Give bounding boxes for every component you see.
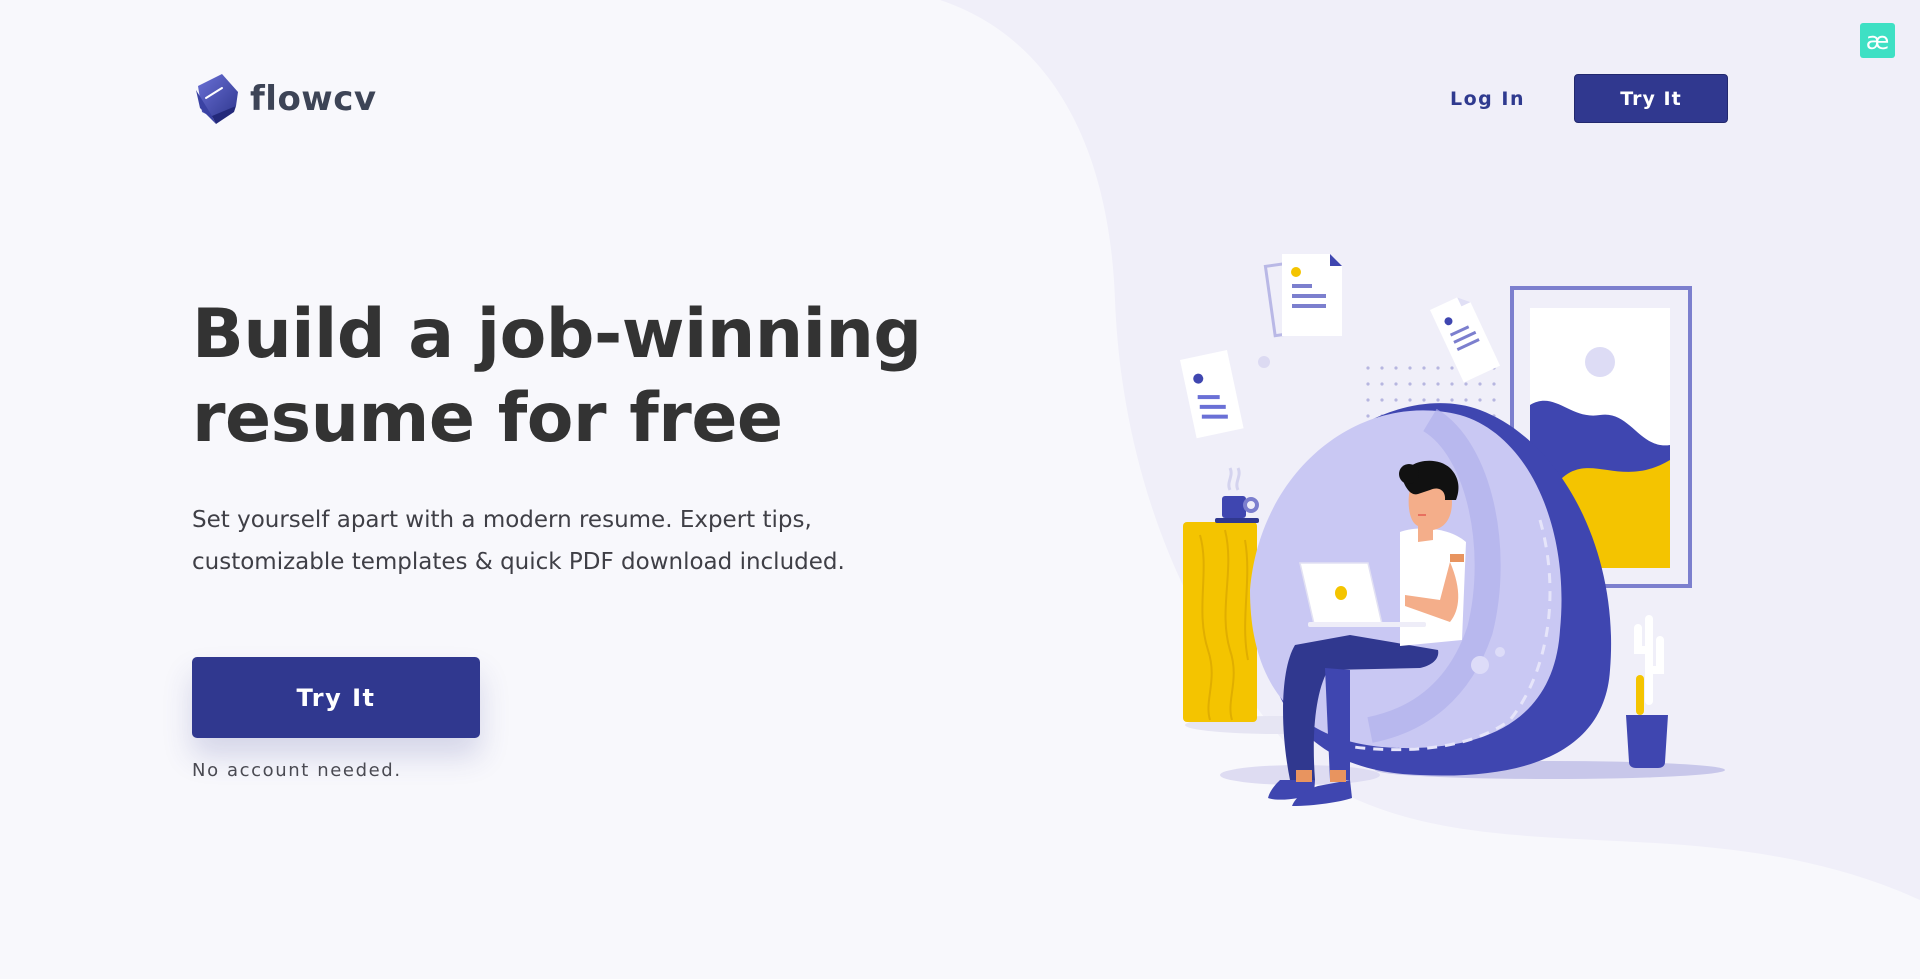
- document-icon-small: [1430, 297, 1501, 383]
- extension-badge-icon[interactable]: æ: [1860, 23, 1895, 58]
- hero-title: Build a job-winning resume for free: [192, 293, 952, 461]
- plant-icon: [1626, 615, 1668, 768]
- header-try-it-button[interactable]: Try It: [1574, 74, 1728, 123]
- side-table: [1183, 522, 1257, 722]
- logo-icon: [196, 74, 238, 124]
- hero-illustration: [1180, 254, 1725, 806]
- hero-title-line-2: resume for free: [192, 379, 783, 458]
- hero-subtitle-line-1: Set yourself apart with a modern resume.…: [192, 507, 812, 533]
- hero-try-it-button[interactable]: Try It: [192, 657, 480, 738]
- header-nav: Log In Try It: [1450, 74, 1728, 123]
- logo-text: flowcv: [250, 79, 377, 119]
- flowcv-logo[interactable]: flowcv: [192, 72, 377, 126]
- floating-dot: [1258, 356, 1270, 368]
- login-link[interactable]: Log In: [1450, 88, 1525, 110]
- hero-title-line-1: Build a job-winning: [192, 295, 922, 374]
- document-icon-left: [1180, 350, 1244, 439]
- no-account-note: No account needed.: [192, 760, 402, 781]
- coffee-cup-icon: [1215, 467, 1259, 523]
- hero-subtitle-line-2: customizable templates & quick PDF downl…: [192, 549, 845, 575]
- document-icon: [1263, 254, 1342, 338]
- hero-subtitle: Set yourself apart with a modern resume.…: [192, 499, 892, 583]
- landing-page: flowcv Log In Try It æ Build a job-winni…: [0, 0, 1920, 979]
- hero-section: Build a job-winning resume for free Set …: [192, 293, 952, 781]
